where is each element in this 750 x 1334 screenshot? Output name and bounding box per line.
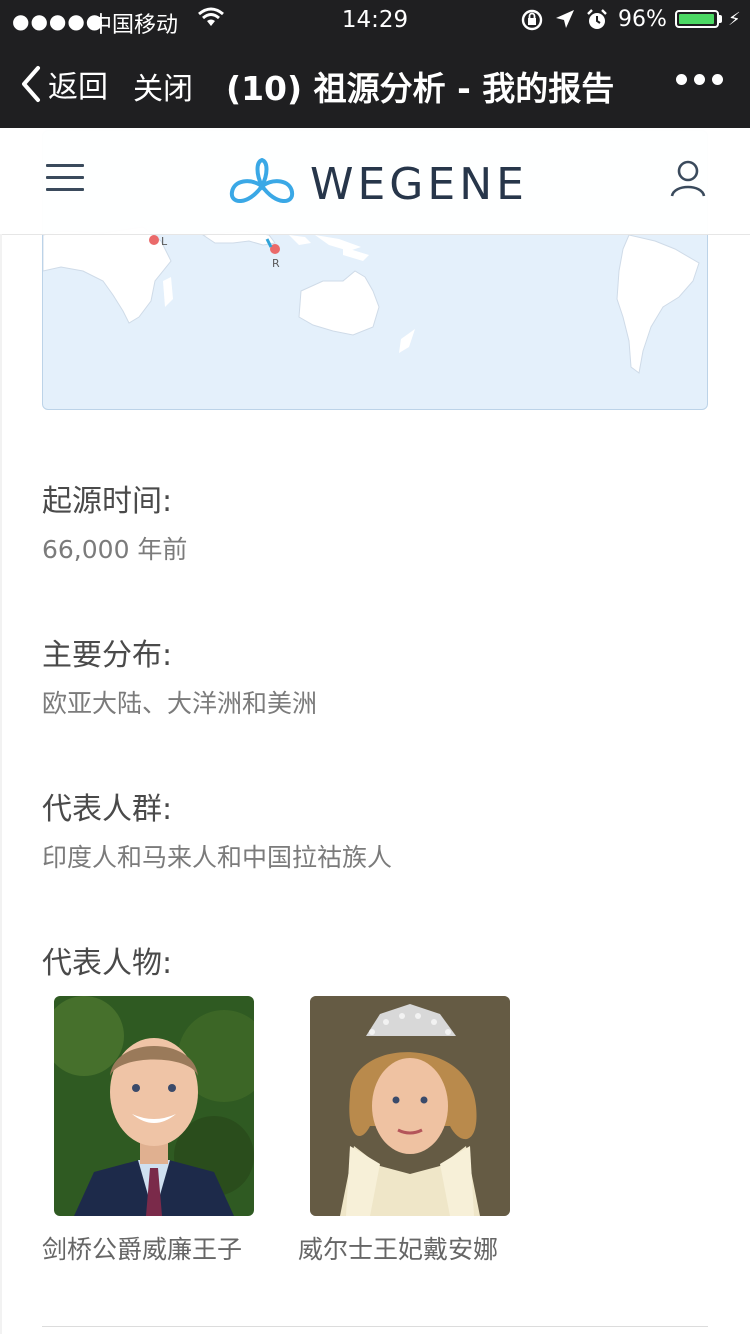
populations-label: 代表人群:: [42, 792, 173, 827]
marker-l: [149, 235, 159, 245]
nav-bar: 返回 关闭 (10) 祖源分析 - 我的报告: [0, 40, 750, 128]
back-label: 返回: [48, 70, 108, 105]
wegene-logo[interactable]: WEGENE: [226, 158, 528, 210]
status-bar: ●●●●● 中国移动 14:29 96% ⚡: [0, 0, 750, 40]
origin-time-label: 起源时间:: [42, 484, 173, 519]
battery-icon: [675, 10, 719, 28]
wegene-logo-icon: [229, 158, 295, 203]
distribution-value: 欧亚大陆、大洋洲和美洲: [42, 689, 318, 718]
top-bar: ●●●●● 中国移动 14:29 96% ⚡ 返回 关闭 (10) 祖源分析 -…: [0, 0, 750, 128]
user-profile-icon[interactable]: [668, 158, 708, 198]
figure-card[interactable]: 威尔士王妃戴安娜: [298, 996, 510, 1264]
figure-name: 剑桥公爵威廉王子: [42, 1235, 243, 1264]
back-button[interactable]: 返回: [20, 62, 108, 106]
site-header: WEGENE: [0, 128, 750, 235]
divider: [42, 1326, 708, 1327]
rotation-lock-icon: [520, 8, 544, 38]
figure-card[interactable]: 剑桥公爵威廉王子: [42, 996, 254, 1264]
populations-value: 印度人和马来人和中国拉祜族人: [42, 843, 393, 872]
figure-portrait-1: [54, 996, 254, 1216]
battery-cap: [719, 15, 722, 23]
alarm-icon: [585, 8, 609, 38]
origin-time-value: 66,000 年前: [42, 535, 188, 564]
left-edge: [0, 234, 2, 1334]
hamburger-menu-icon[interactable]: [46, 164, 84, 192]
page-title: (10) 祖源分析 - 我的报告: [226, 69, 615, 108]
charging-icon: ⚡: [728, 9, 741, 30]
more-options-button[interactable]: [676, 74, 724, 88]
close-button[interactable]: 关闭: [133, 64, 193, 108]
logo-text: WEGENE: [310, 158, 528, 210]
distribution-label: 主要分布:: [42, 638, 173, 673]
figures-label: 代表人物:: [42, 946, 173, 981]
marker-l-label: L: [161, 235, 168, 248]
location-icon: [554, 8, 576, 36]
marker-r-label: R: [272, 257, 280, 270]
figure-portrait-2: [310, 996, 510, 1216]
chevron-left-icon: [22, 66, 40, 102]
battery-percent: 96%: [618, 7, 667, 32]
figure-name: 威尔士王妃戴安娜: [298, 1235, 499, 1264]
